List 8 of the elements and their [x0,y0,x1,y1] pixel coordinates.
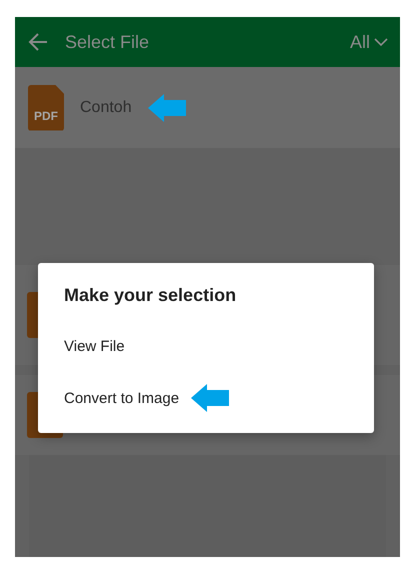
file-name: Contoh [80,98,132,116]
dialog-option[interactable]: View File [64,338,125,354]
chevron-down-icon [374,37,388,47]
screen-title: Select File [65,32,150,52]
file-item[interactable]: PDF Contoh [15,67,400,148]
dialog-title: Make your selection [64,285,238,306]
dialog-option[interactable]: Convert to Image [64,390,180,406]
pdf-icon: PDF [28,84,64,130]
